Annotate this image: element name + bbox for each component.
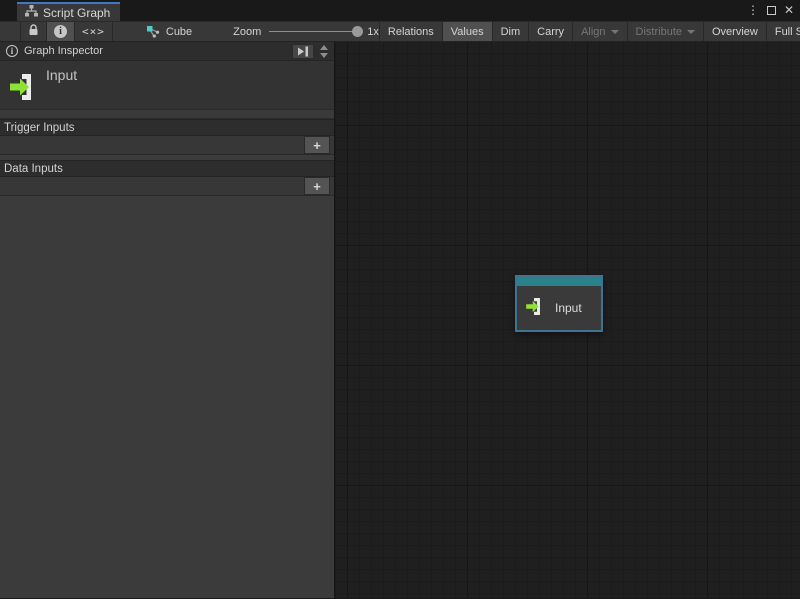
carry-button[interactable]: Carry (529, 22, 573, 41)
data-inputs-label: Data Inputs (4, 163, 63, 175)
tab-script-graph[interactable]: Script Graph (17, 2, 120, 21)
main-area: i Graph Inspector (0, 42, 800, 598)
zoom-slider-handle[interactable] (352, 26, 363, 37)
arrow-up-icon[interactable] (320, 45, 328, 50)
graph-name-label: Cube (166, 26, 192, 38)
inspector-toggle-button[interactable]: i (47, 22, 75, 41)
zoom-control: Zoom 1x (233, 22, 379, 41)
trigger-inputs-row: + (0, 136, 334, 155)
carry-label: Carry (537, 26, 564, 38)
unit-preview: Input (0, 61, 334, 110)
add-trigger-input-button[interactable]: + (304, 136, 330, 154)
unit-title: Input (46, 67, 77, 83)
trigger-inputs-label: Trigger Inputs (4, 122, 75, 134)
panel-stepper[interactable] (317, 45, 331, 58)
add-data-input-button[interactable]: + (304, 177, 330, 195)
script-graph-window: Script Graph ⋮ ✕ i <×> (0, 0, 800, 599)
dim-label: Dim (501, 26, 521, 38)
info-icon: i (54, 25, 67, 38)
input-node[interactable]: Input (515, 275, 603, 332)
info-outline-icon: i (6, 45, 18, 57)
chevron-down-icon (687, 30, 695, 34)
window-menu-icon[interactable]: ⋮ (745, 3, 761, 17)
maximize-icon[interactable] (767, 6, 776, 15)
values-button[interactable]: Values (443, 22, 493, 41)
values-label: Values (451, 26, 484, 38)
chevron-down-icon (611, 30, 619, 34)
csharp-preview-button[interactable]: <×> (75, 22, 113, 41)
data-inputs-row: + (0, 177, 334, 196)
graph-icon (25, 5, 38, 20)
graph-canvas[interactable]: Input (335, 42, 800, 598)
overview-label: Overview (712, 26, 758, 38)
trigger-inputs-header: Trigger Inputs (0, 119, 334, 136)
input-node-icon (525, 296, 547, 320)
fullscreen-button[interactable]: Full Screen (767, 22, 800, 41)
input-node-body[interactable]: Input (517, 286, 601, 330)
graph-inspector-panel: i Graph Inspector (0, 42, 335, 598)
code-icon: <×> (82, 25, 105, 38)
lock-icon (28, 24, 39, 39)
fullscreen-label: Full Screen (775, 26, 800, 38)
window-controls: ⋮ ✕ (745, 1, 796, 19)
arrow-down-icon[interactable] (320, 53, 328, 58)
lock-button[interactable] (20, 22, 47, 41)
graph-inspector-title: Graph Inspector (24, 45, 292, 57)
zoom-label: Zoom (233, 26, 261, 38)
graph-inspector-header: i Graph Inspector (0, 42, 334, 61)
distribute-label: Distribute (636, 26, 682, 38)
relations-label: Relations (388, 26, 434, 38)
close-icon[interactable]: ✕ (782, 3, 796, 17)
dock-panel-button[interactable] (292, 44, 314, 59)
relations-button[interactable]: Relations (379, 22, 443, 41)
input-node-header[interactable] (517, 277, 601, 286)
dim-button[interactable]: Dim (493, 22, 530, 41)
title-bar: Script Graph ⋮ ✕ (0, 0, 800, 21)
script-graph-asset-icon (146, 25, 160, 38)
toolbar: i <×> Cube Zoom 1x Relations (0, 21, 800, 42)
toolbar-right-group: Relations Values Dim Carry Align Distrib… (379, 22, 800, 41)
input-node-label: Input (555, 301, 582, 315)
align-dropdown[interactable]: Align (573, 22, 627, 41)
inspector-divider (0, 110, 334, 119)
zoom-slider[interactable] (269, 31, 359, 32)
tab-title: Script Graph (43, 6, 110, 20)
input-unit-icon (8, 71, 42, 106)
align-label: Align (581, 26, 605, 38)
data-inputs-header: Data Inputs (0, 160, 334, 177)
dock-icon (297, 46, 309, 57)
overview-button[interactable]: Overview (704, 22, 767, 41)
graph-breadcrumb-cube[interactable]: Cube (139, 22, 199, 41)
distribute-dropdown[interactable]: Distribute (628, 22, 704, 41)
zoom-value: 1x (367, 26, 379, 38)
